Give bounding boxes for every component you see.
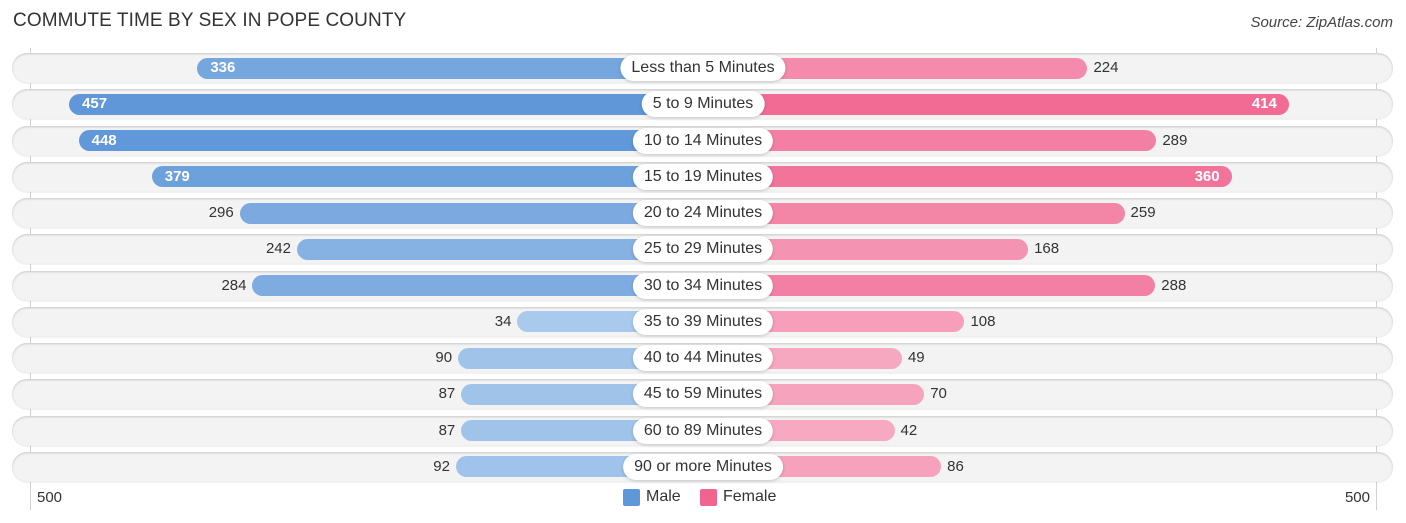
male-value-label: 448: [91, 131, 117, 149]
female-value-label: 289: [1162, 131, 1188, 149]
male-value-label: 296: [208, 204, 234, 222]
male-value-label: 457: [82, 95, 108, 113]
category-label: 90 or more Minutes: [623, 453, 783, 480]
category-label: 45 to 59 Minutes: [632, 381, 774, 408]
axis-tick-left: 500: [37, 489, 63, 506]
category-label: 35 to 39 Minutes: [632, 308, 774, 335]
female-value-label: 259: [1130, 204, 1156, 222]
category-label: 30 to 34 Minutes: [632, 272, 774, 299]
male-value-label: 284: [221, 276, 247, 294]
male-value-label: 87: [438, 421, 456, 439]
female-value-label: 108: [970, 312, 996, 330]
male-value-label: 34: [494, 312, 512, 330]
male-bar[interactable]: [69, 93, 703, 115]
female-bar[interactable]: [703, 166, 1232, 188]
female-value-label: 86: [947, 457, 964, 475]
male-value-label: 242: [265, 240, 291, 258]
category-label: 60 to 89 Minutes: [632, 417, 774, 444]
category-label: 25 to 29 Minutes: [632, 236, 774, 263]
axis-tick-right: 500: [1344, 489, 1370, 506]
female-value-label: 168: [1034, 240, 1060, 258]
male-value-label: 379: [164, 167, 190, 185]
female-value-label: 70: [930, 385, 947, 403]
female-value-label: 414: [1251, 95, 1277, 113]
chart-area: Less than 5 Minutes 336 224 5 to 9 Minutes 4…: [0, 0, 1406, 523]
category-label: 40 to 44 Minutes: [632, 345, 774, 372]
male-value-label: 87: [438, 385, 456, 403]
male-value-label: 92: [433, 457, 450, 475]
male-bar[interactable]: [78, 130, 703, 152]
male-value-label: 336: [210, 59, 236, 76]
category-label: 10 to 14 Minutes: [632, 127, 774, 154]
category-label: Less than 5 Minutes: [620, 55, 786, 81]
legend-male-swatch: [623, 489, 640, 506]
female-value-label: 42: [900, 421, 918, 439]
category-label: 20 to 24 Minutes: [632, 200, 774, 227]
legend-female-swatch: [700, 489, 717, 506]
female-value-label: 288: [1161, 276, 1187, 294]
female-value-label: 360: [1194, 167, 1220, 185]
male-value-label: 90: [435, 349, 453, 367]
female-value-label: 224: [1093, 59, 1119, 76]
category-label: 5 to 9 Minutes: [641, 91, 765, 118]
male-bar[interactable]: [151, 166, 703, 188]
legend-male-label: Male: [646, 488, 681, 505]
legend-female-label: Female: [723, 488, 777, 505]
female-value-label: 49: [907, 349, 925, 367]
female-bar[interactable]: [703, 93, 1289, 115]
category-label: 15 to 19 Minutes: [632, 163, 774, 190]
